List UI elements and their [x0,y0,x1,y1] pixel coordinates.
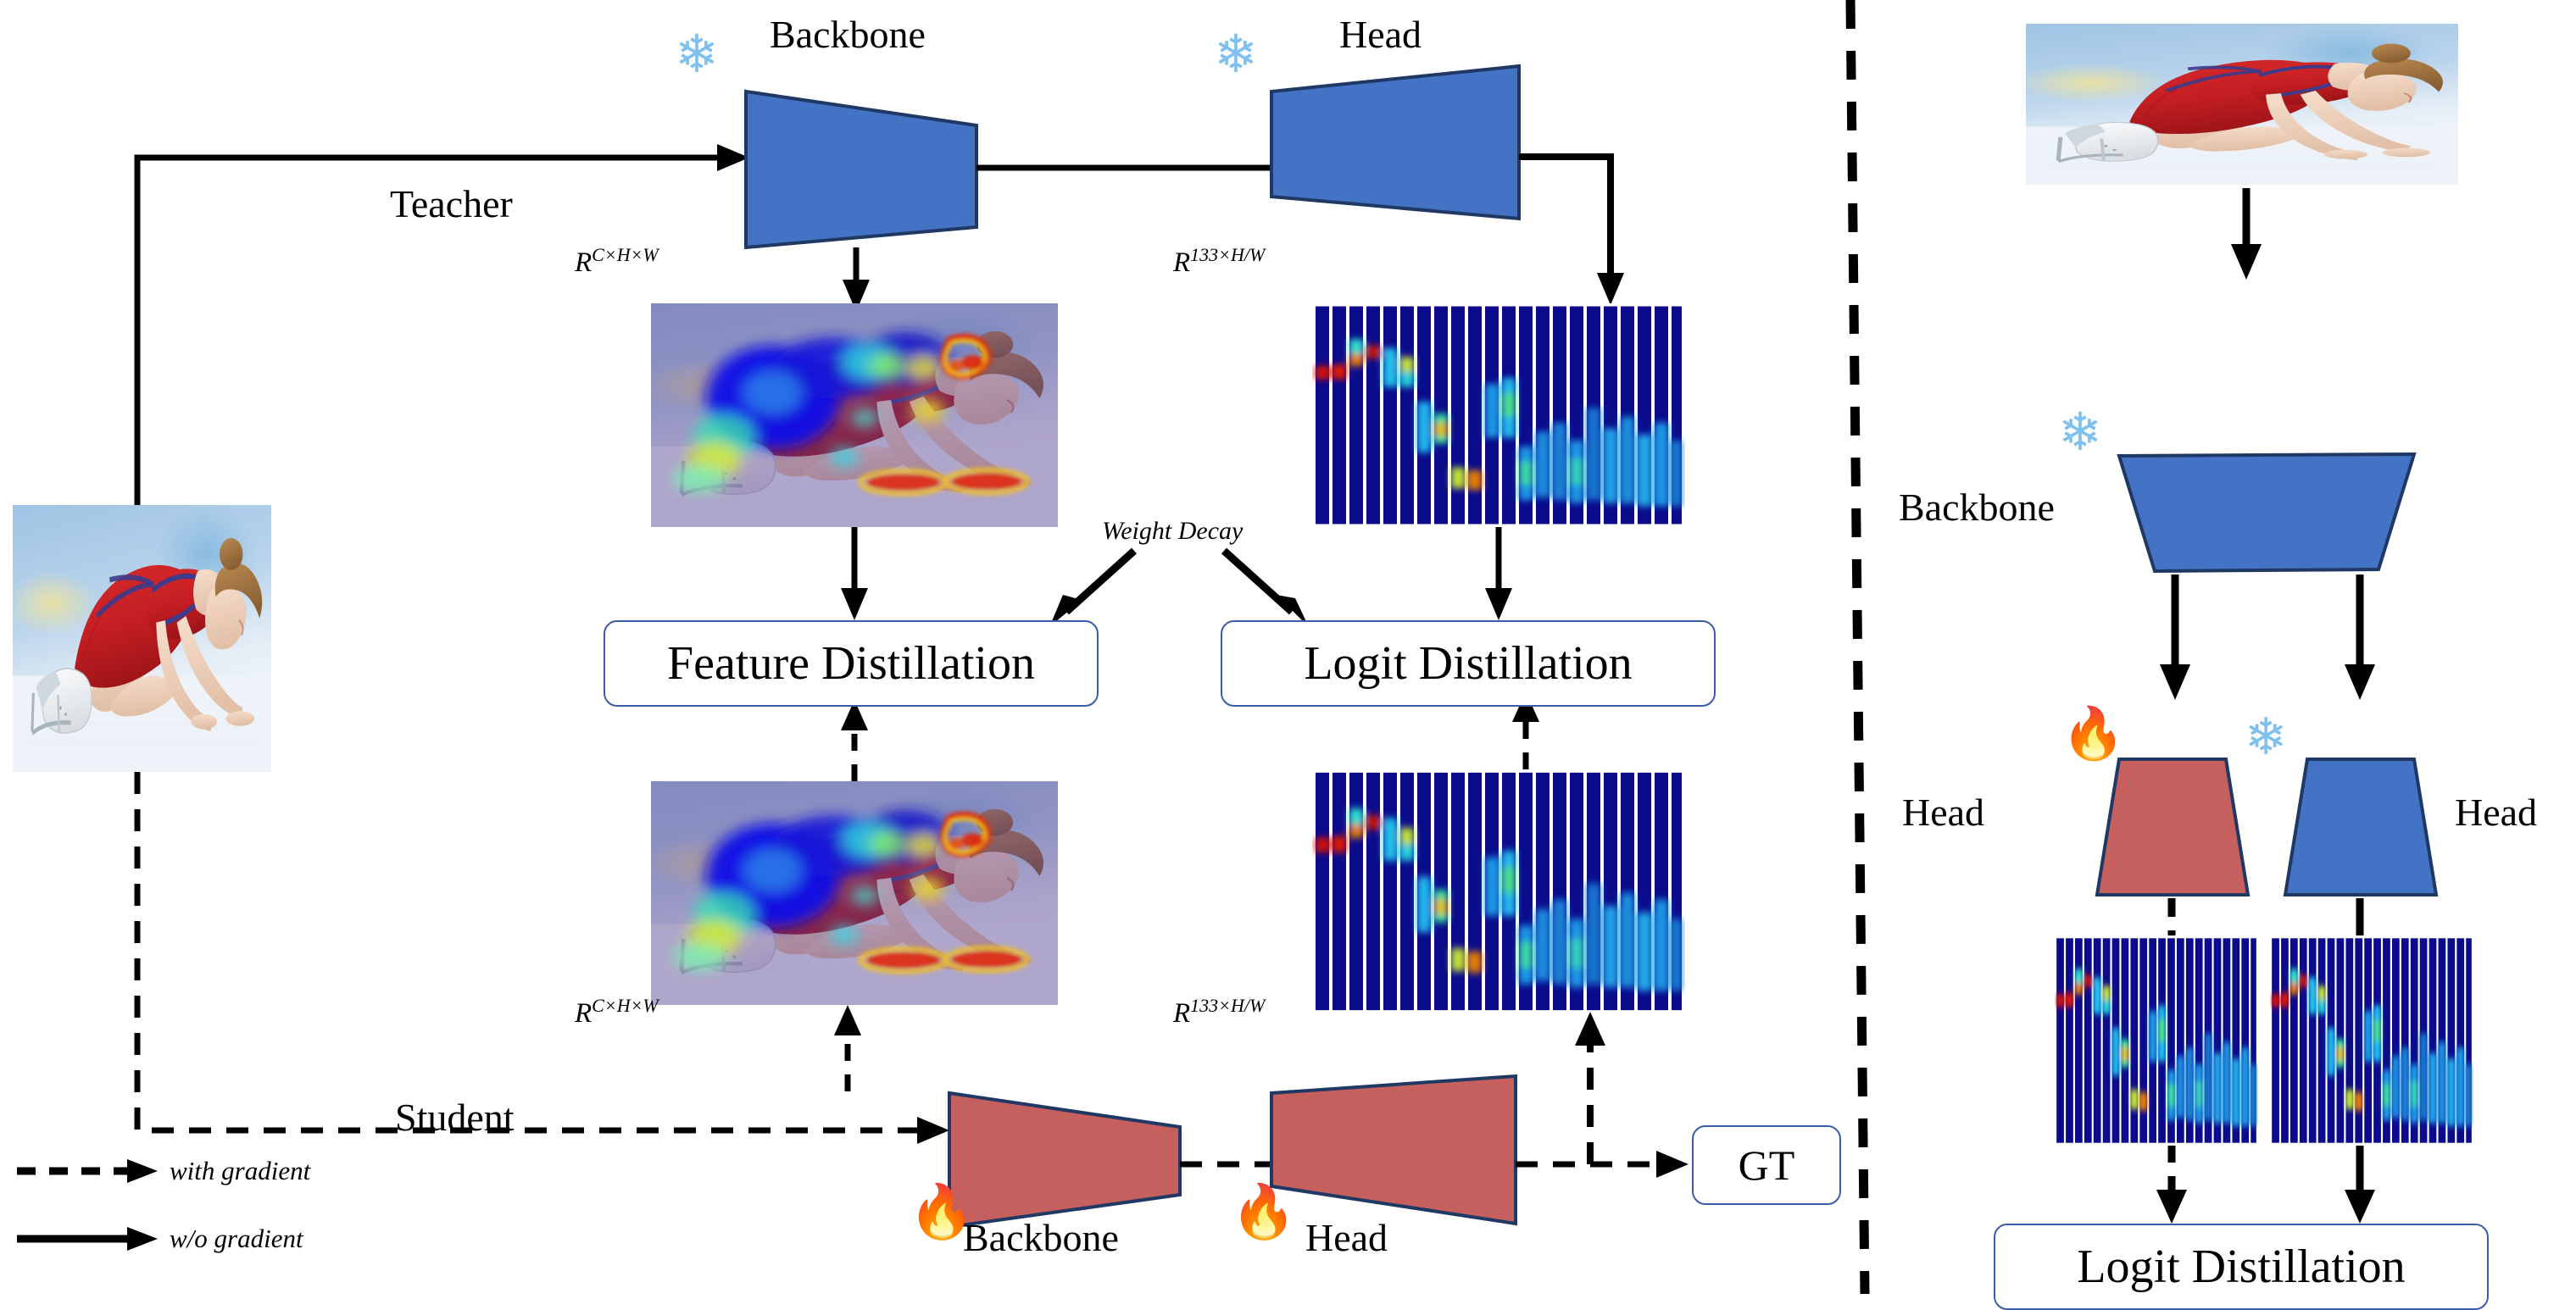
student-branch-label: Student [395,1096,515,1139]
diagram-canvas: Teacher Backbone Head ❄ ❄ RC×H×W R133×H/… [0,0,2576,1310]
student-head-block [1270,1074,1517,1226]
arrow-right-student-logit-to-ld [2156,1146,2187,1224]
arrow-right-teacher-logit-to-ld [2345,1146,2375,1224]
arrow-weight-decay-to-ld [1221,547,1309,627]
right-student-logit-map [2055,935,2258,1146]
gt-label: GT [1738,1141,1795,1189]
teacher-backbone-label: Backbone [770,13,926,56]
arrow-teacher-head-to-logit [1519,153,1624,305]
legend-item-wo-gradient: w/o gradient [170,1224,303,1253]
arrow-student-feature-to-fd [841,700,868,781]
right-backbone-label: Backbone [1899,486,2055,529]
student-head-label: Head [1305,1216,1388,1259]
student-logit-shape-exponent: 133×H/W [1190,995,1266,1016]
student-feature-shape-exponent: C×H×W [592,995,659,1016]
feature-distillation-box[interactable]: Feature Distillation [604,620,1099,707]
legend-item-with-gradient: with gradient [170,1156,311,1185]
student-feature-map [631,781,1078,1019]
gt-box[interactable]: GT [1692,1125,1841,1205]
arrow-teacher-backbone-to-feature [843,247,870,312]
feature-distillation-label: Feature Distillation [667,637,1035,690]
logit-distillation-box[interactable]: Logit Distillation [1221,620,1716,707]
teacher-logit-shape-exponent: 133×H/W [1190,244,1266,265]
fire-icon-student-head: 🔥 [1231,1184,1297,1241]
right-teacher-logit-map [2270,935,2473,1146]
teacher-head-block [1270,64,1521,221]
input-image-right [2005,24,2480,194]
logit-distillation-label: Logit Distillation [1304,637,1633,690]
teacher-logit-map [1312,303,1685,527]
weight-decay-label: Weight Decay [1102,517,1243,545]
right-student-head-label: Head [1902,791,1985,834]
student-logit-shape: R133×H/W [1173,995,1265,1030]
teacher-backbone-block [744,89,978,250]
arrow-teacher-feature-to-fd [841,527,868,620]
right-backbone-block [2117,452,2417,574]
arrow-student-head-to-gt [1516,1151,1689,1178]
teacher-feature-shape: RC×H×W [575,244,659,279]
arrow-weight-decay-to-fd [1049,547,1138,627]
arrow-student-backbone-to-feature [834,1005,861,1091]
student-logit-shape-base: R [1173,998,1191,1029]
input-image-left [0,505,284,788]
fire-icon-right-student-head: 🔥 [2061,706,2125,762]
legend-dashed-arrow [17,1159,158,1183]
teacher-logit-shape-base: R [1173,247,1191,278]
arrow-right-input-to-backbone [2231,188,2262,280]
legend-solid-arrow [17,1227,158,1251]
student-backbone-block [948,1091,1182,1230]
right-teacher-head-block [2283,758,2439,896]
panel-divider [1845,0,1870,1295]
snowflake-icon-right-backbone: ❄ [2058,404,2102,462]
student-logit-map [1312,769,1685,1013]
right-logit-distillation-label: Logit Distillation [2077,1241,2406,1293]
snowflake-icon-teacher-backbone: ❄ [675,26,719,84]
right-student-head-block [2095,758,2251,896]
arrow-teacher-logit-to-ld [1485,527,1512,620]
student-feature-shape: RC×H×W [575,995,659,1030]
teacher-branch-label: Teacher [390,182,513,225]
snowflake-icon-teacher-head: ❄ [1214,26,1258,84]
teacher-logit-shape: R133×H/W [1173,244,1265,279]
right-teacher-head-label: Head [2455,791,2538,834]
teacher-head-label: Head [1339,13,1422,56]
arrow-right-backbone-to-student-head [2160,575,2190,700]
arrow-student-head-to-logit [1575,1012,1605,1164]
teacher-feature-map [631,303,1078,541]
student-backbone-label: Backbone [963,1216,1119,1259]
student-feature-shape-base: R [575,998,593,1029]
teacher-feature-shape-exponent: C×H×W [592,244,659,265]
arrow-right-backbone-to-teacher-head [2345,575,2375,700]
teacher-feature-shape-base: R [575,247,593,278]
arrow-teacher-backbone-to-head [976,154,1309,181]
snowflake-icon-right-teacher-head: ❄ [2245,709,2288,765]
right-logit-distillation-box[interactable]: Logit Distillation [1994,1224,2489,1310]
